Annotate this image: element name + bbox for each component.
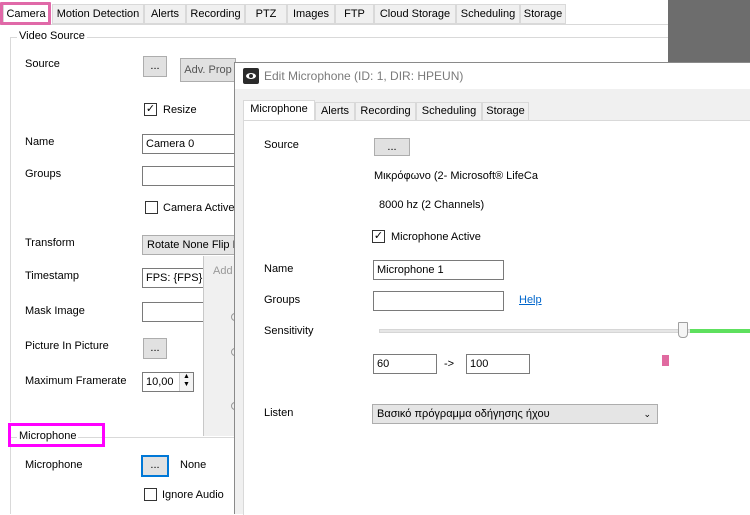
tab-recording[interactable]: Recording: [186, 4, 245, 24]
tab-label: Alerts: [150, 8, 180, 20]
tab-storage[interactable]: Storage: [520, 4, 566, 24]
camera-groups-input[interactable]: [142, 166, 234, 186]
camera-name-input[interactable]: Camera 0: [142, 134, 234, 154]
microphone-active-label: Microphone Active: [391, 231, 481, 243]
tab-label: Images: [292, 8, 330, 20]
tab-label: Alerts: [320, 105, 350, 117]
tab-label: Storage: [486, 105, 525, 117]
adv-properties-button[interactable]: Adv. Prop: [180, 58, 236, 82]
device-format: 8000 hz (2 Channels): [379, 199, 485, 211]
max-framerate-input[interactable]: 10,00 ▲ ▼: [142, 372, 194, 392]
source-browse-button[interactable]: ...: [374, 138, 410, 156]
ignore-audio-checkbox[interactable]: [144, 488, 157, 501]
tab-label: Scheduling: [460, 8, 516, 20]
tab-recording[interactable]: Recording: [355, 102, 416, 121]
tab-ftp[interactable]: FTP: [335, 4, 374, 24]
sensitivity-label: Sensitivity: [264, 325, 314, 337]
tab-ptz[interactable]: PTZ: [245, 4, 287, 24]
tab-motion-detection[interactable]: Motion Detection: [52, 4, 144, 24]
listen-device-select[interactable]: Βασικό πρόγραμμα οδήγησης ήχου ⌄: [372, 404, 658, 424]
sensitivity-min-input[interactable]: 60: [373, 354, 437, 374]
tab-label: FTP: [344, 8, 365, 20]
tab-label: Motion Detection: [56, 8, 140, 20]
window-titlebar[interactable]: Edit Microphone (ID: 1, DIR: HPEUN): [235, 63, 750, 89]
tab-label: Microphone: [250, 103, 308, 115]
name-label: Name: [264, 263, 294, 275]
tab-label: Cloud Storage: [379, 8, 451, 20]
source-browse-button[interactable]: ...: [143, 56, 167, 77]
framerate-spinner[interactable]: ▲ ▼: [179, 373, 193, 391]
pip-label: Picture In Picture: [25, 340, 109, 352]
microphone-groups-input[interactable]: [373, 291, 504, 311]
microphone-value: None: [180, 459, 207, 471]
sensitivity-level-fill: [690, 329, 750, 333]
source-label: Source: [25, 58, 60, 70]
tab-label: Scheduling: [421, 105, 477, 117]
resize-label: Resize: [163, 104, 197, 116]
sensitivity-slider-thumb[interactable]: [678, 322, 688, 338]
chevron-down-icon: ⌄: [643, 409, 651, 419]
listen-label: Listen: [264, 407, 294, 419]
level-marker: [662, 355, 669, 366]
eye-icon: [243, 68, 259, 84]
sensitivity-max-input[interactable]: 100: [466, 354, 530, 374]
max-framerate-label: Maximum Framerate: [25, 375, 127, 387]
tab-storage[interactable]: Storage: [482, 102, 529, 121]
name-label: Name: [25, 136, 55, 148]
microphone-section-highlight: [8, 423, 105, 447]
groups-label: Groups: [25, 168, 62, 180]
edit-microphone-window: Edit Microphone (ID: 1, DIR: HPEUN) Micr…: [234, 62, 750, 515]
timestamp-label: Timestamp: [25, 270, 79, 282]
group-border: [10, 37, 11, 422]
video-source-title: Video Source: [17, 30, 87, 42]
source-label: Source: [264, 139, 299, 151]
tab-label: Storage: [523, 8, 563, 20]
tab-alerts[interactable]: Alerts: [144, 4, 186, 24]
tab-alerts[interactable]: Alerts: [315, 102, 355, 121]
timestamp-input[interactable]: FPS: {FPS}: [142, 268, 204, 288]
tab-label: Recording: [360, 105, 411, 117]
microphone-tab-panel: Source ... Μικρόφωνο (2- Microsoft® Life…: [243, 120, 750, 515]
mask-image-input[interactable]: [142, 302, 204, 322]
help-link[interactable]: Help: [519, 294, 542, 306]
microphone-label: Microphone: [25, 459, 83, 471]
tab-label: Recording: [190, 8, 241, 20]
group-border: [10, 37, 668, 38]
transform-label: Transform: [25, 237, 75, 249]
framerate-value: 10,00: [146, 376, 174, 388]
ignore-audio-label: Ignore Audio: [162, 489, 224, 501]
mask-image-label: Mask Image: [25, 305, 85, 317]
tab-microphone[interactable]: Microphone: [243, 100, 315, 121]
camera-active-label: Camera Active: [163, 202, 235, 214]
group-border: [10, 437, 11, 514]
tab-cloud-storage[interactable]: Cloud Storage: [374, 4, 456, 24]
window-title: Edit Microphone (ID: 1, DIR: HPEUN): [264, 69, 464, 83]
transform-select[interactable]: Rotate None Flip N: [142, 235, 234, 255]
tab-scheduling[interactable]: Scheduling: [416, 102, 482, 121]
microphone-active-checkbox[interactable]: ✓: [372, 230, 385, 243]
camera-tab-highlight: [0, 2, 51, 25]
add-dialog-title: Add: [213, 265, 233, 277]
groups-label: Groups: [264, 294, 301, 306]
resize-checkbox[interactable]: ✓: [144, 103, 157, 116]
tab-underline: [0, 24, 668, 25]
microphone-name-input[interactable]: Microphone 1: [373, 260, 504, 280]
listen-device-value: Βασικό πρόγραμμα οδήγησης ήχου: [377, 408, 550, 420]
microphone-browse-button[interactable]: ...: [141, 455, 169, 477]
device-name: Μικρόφωνο (2- Microsoft® LifeCa: [374, 170, 538, 182]
background-region: [668, 0, 750, 62]
sensitivity-arrow: ->: [444, 358, 455, 370]
tab-scheduling[interactable]: Scheduling: [456, 4, 520, 24]
tab-images[interactable]: Images: [287, 4, 335, 24]
pip-browse-button[interactable]: ...: [143, 338, 167, 359]
tab-label: PTZ: [255, 8, 277, 20]
camera-active-checkbox[interactable]: [145, 201, 158, 214]
